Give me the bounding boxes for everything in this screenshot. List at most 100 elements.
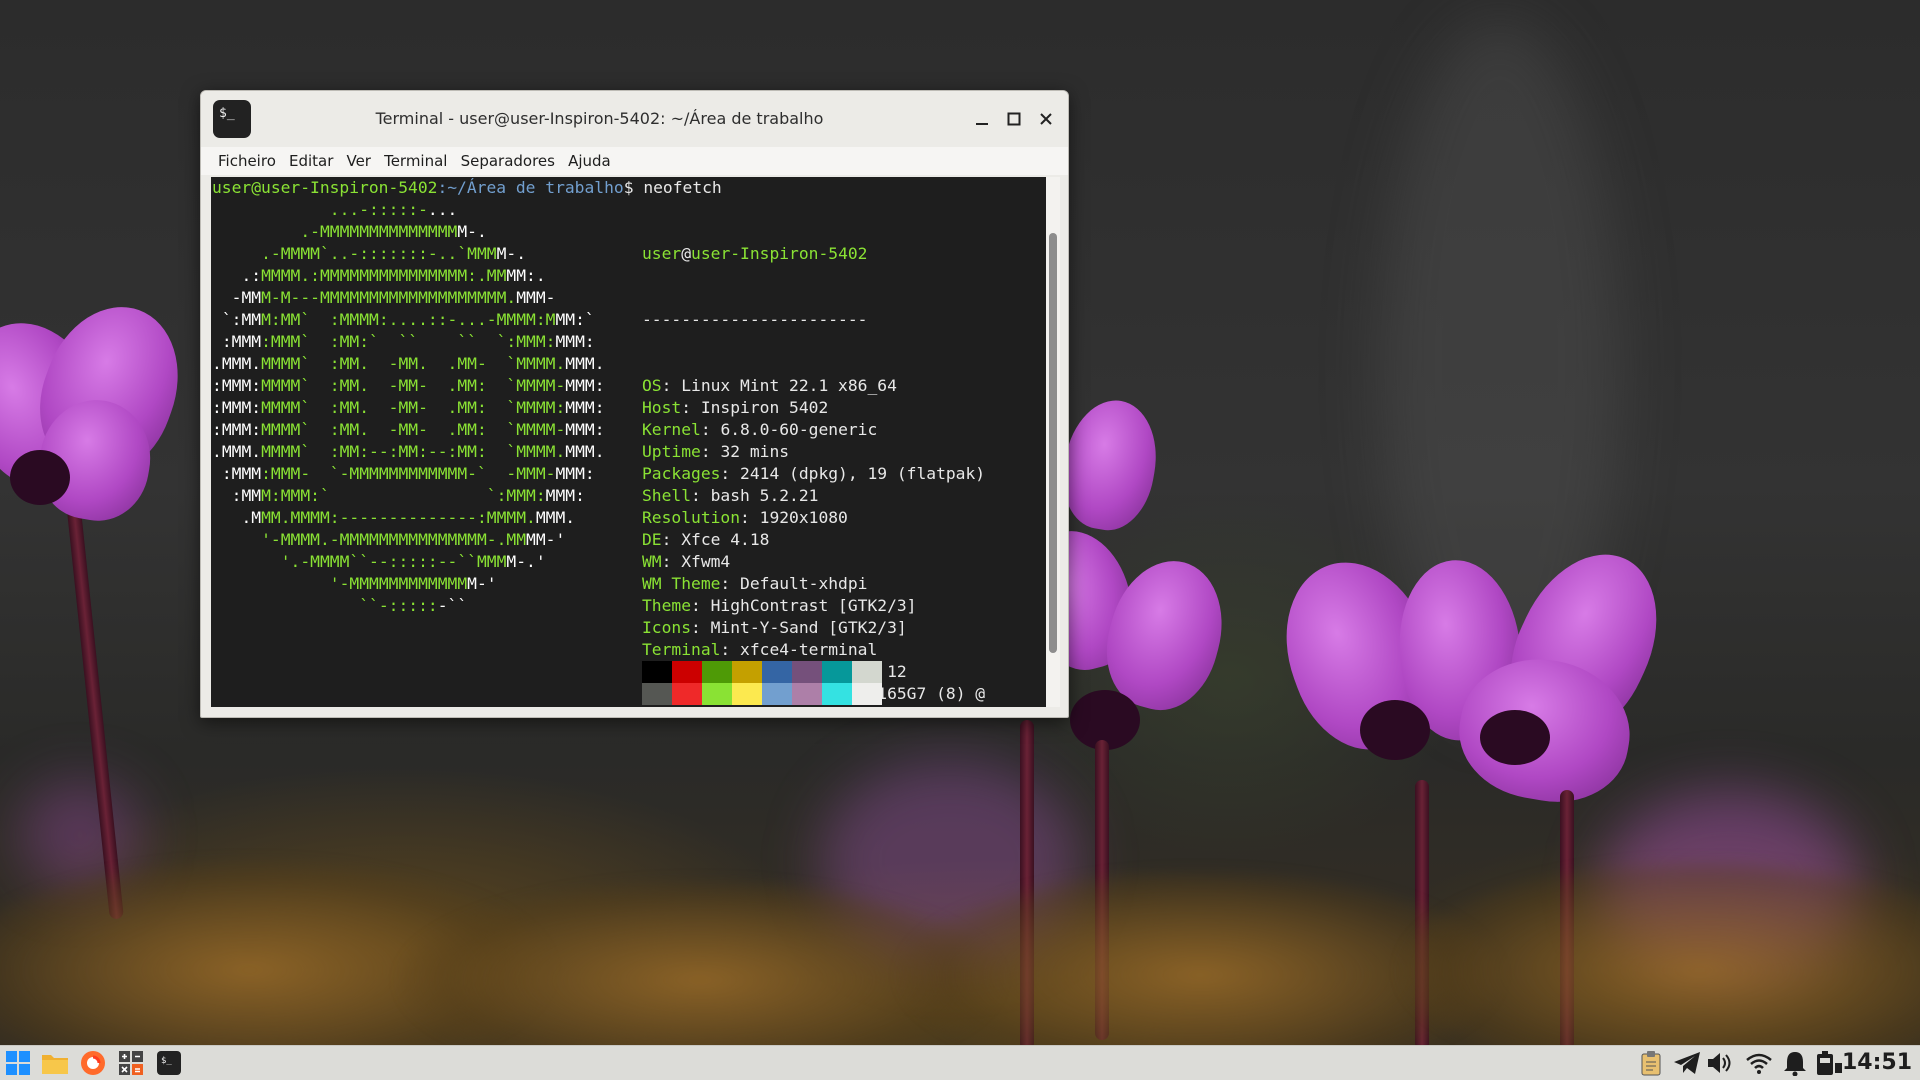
mint-ascii-logo: ...-:::::-... .-MMMMMMMMMMMMMMM-. .-MMMM… (212, 199, 605, 617)
close-button[interactable] (1032, 105, 1060, 133)
menu-terminal[interactable]: Terminal (384, 147, 447, 175)
info-separator: ----------------------- (642, 310, 868, 329)
palette-swatch (702, 661, 732, 683)
ascii-line: .MMM.MMMM:--------------:MMMM.MMM. (241, 508, 576, 527)
ascii-line: ``-:::::-`` (359, 596, 468, 615)
ascii-line: :MMM:MMM` :MM:` `` `` `:MMM:MMM: (221, 332, 595, 351)
info-colon: : (740, 508, 760, 527)
info-value: Linux Mint 22.1 x86_64 (681, 376, 897, 395)
info-key: Shell (642, 486, 692, 505)
palette-swatch (642, 661, 672, 683)
info-colon: : (691, 486, 711, 505)
terminal-scrollbar[interactable] (1046, 177, 1060, 707)
menu-editar[interactable]: Editar (289, 147, 333, 175)
info-colon: : (691, 618, 711, 637)
telegram-icon[interactable] (1672, 1049, 1702, 1077)
terminal-window[interactable]: $_ Terminal - user@user-Inspiron-5402: ~… (200, 90, 1069, 718)
info-key: Theme (642, 596, 692, 615)
menu-ver[interactable]: Ver (346, 147, 371, 175)
ascii-line: :MMM:MMM:` `:MMM:MMM: (231, 486, 585, 505)
terminal-icon[interactable]: $_ (154, 1049, 184, 1077)
ascii-line: :MMM:MMMM` :MM. -MM- .MM: `MMMM-MMM: (212, 376, 605, 395)
info-row: WM: Xfwm4 (642, 551, 995, 573)
info-key: WM Theme (642, 574, 721, 593)
svg-text:$_: $_ (161, 1056, 172, 1066)
info-key: GPU (642, 706, 671, 707)
info-colon: : (720, 640, 741, 659)
palette-swatch (852, 661, 882, 683)
info-row: Icons: Mint-Y-Sand [GTK2/3] (642, 617, 995, 639)
clock[interactable]: 14:51 (1842, 1046, 1912, 1080)
window-title: Terminal - user@user-Inspiron-5402: ~/Ár… (375, 109, 824, 128)
terminal-output[interactable]: user@user-Inspiron-5402:~/Área de trabal… (211, 177, 1046, 707)
info-row: WM Theme: Default-xhdpi (642, 573, 995, 595)
windows-start-icon[interactable] (3, 1049, 33, 1077)
info-colon: : (661, 376, 682, 395)
prompt-user: user@user-Inspiron-5402 (212, 178, 438, 197)
info-header: user@user-Inspiron-5402 (642, 243, 995, 265)
scrollbar-thumb[interactable] (1049, 233, 1057, 653)
info-value: Xfwm4 (681, 552, 731, 571)
ascii-line: .:MMMM.:MMMMMMMMMMMMMMM:.MMMM:. (241, 266, 546, 285)
battery-icon[interactable] (1814, 1049, 1844, 1077)
info-colon: : (720, 574, 741, 593)
firefox-icon[interactable] (78, 1049, 108, 1077)
info-row: Terminal: xfce4-terminal (642, 639, 995, 661)
info-colon: : (681, 398, 701, 417)
terminal-icon[interactable]: $_ (213, 100, 251, 138)
info-row: Kernel: 6.8.0-60-generic (642, 419, 995, 441)
calculator-icon[interactable] (116, 1049, 146, 1077)
info-row: GPU: NVIDIA GeForce MX330 (642, 705, 995, 707)
minimize-button[interactable] (968, 105, 996, 133)
info-key: Packages (642, 464, 721, 483)
clipboard-icon[interactable] (1636, 1049, 1666, 1077)
system-info: user@user-Inspiron-5402 ----------------… (642, 199, 995, 707)
info-key: Uptime (642, 442, 701, 461)
ascii-line: -MMM-M---MMMMMMMMMMMMMMMMMMM.MMM- (231, 288, 556, 307)
maximize-button[interactable] (1000, 105, 1028, 133)
info-key: Resolution (642, 508, 741, 527)
info-value: bash 5.2.21 (710, 486, 819, 505)
info-value: Default-xhdpi (740, 574, 868, 593)
info-colon: : (661, 552, 682, 571)
ascii-line: :MMM:MMMM` :MM. -MM- .MM: `MMMM:MMM: (212, 398, 605, 417)
palette-swatch (672, 683, 702, 705)
command-text: neofetch (633, 178, 722, 197)
info-value: xfce4-terminal (740, 640, 878, 659)
info-key: OS (642, 376, 662, 395)
info-colon: : (691, 596, 711, 615)
menu-bar: Ficheiro Editar Ver Terminal Separadores… (201, 147, 1068, 175)
menu-ajuda[interactable]: Ajuda (568, 147, 611, 175)
info-key: DE (642, 530, 662, 549)
palette-swatch (702, 683, 732, 705)
info-key: Host (642, 398, 682, 417)
palette-swatch (762, 683, 792, 705)
info-value: 32 mins (720, 442, 790, 461)
info-row: OS: Linux Mint 22.1 x86_64 (642, 375, 995, 397)
menu-ficheiro[interactable]: Ficheiro (218, 147, 276, 175)
prompt-symbol: $ (623, 178, 634, 197)
menu-separadores[interactable]: Separadores (461, 147, 555, 175)
palette-swatch (762, 661, 792, 683)
info-key: WM (642, 552, 662, 571)
taskbar: $_ 14:51 (0, 1045, 1920, 1080)
info-value: 2414 (dpkg), 19 (flatpak) (740, 464, 986, 483)
ascii-line: '-MMMMMMMMMMMMM-' (329, 574, 497, 593)
notification-bell-icon[interactable] (1780, 1049, 1810, 1077)
info-host: user-Inspiron-5402 (691, 244, 868, 263)
volume-icon[interactable] (1705, 1049, 1735, 1077)
info-user: user (642, 244, 682, 263)
prompt-path: :~/Área de trabalho (437, 178, 624, 197)
info-value: NVIDIA GeForce MX330 (691, 706, 887, 707)
file-manager-icon[interactable] (40, 1049, 70, 1077)
info-row: Shell: bash 5.2.21 (642, 485, 995, 507)
info-value: 1920x1080 (759, 508, 848, 527)
palette-swatch (732, 661, 762, 683)
info-value: Xfce 4.18 (681, 530, 770, 549)
palette-swatch (852, 683, 882, 705)
info-row: Theme: HighContrast [GTK2/3] (642, 595, 995, 617)
prompt-line: user@user-Inspiron-5402:~/Área de trabal… (212, 177, 722, 199)
ascii-line: .-MMMM`..-:::::::-..`MMMM-. (261, 244, 526, 263)
window-titlebar[interactable]: $_ Terminal - user@user-Inspiron-5402: ~… (201, 91, 1068, 147)
wifi-icon[interactable] (1744, 1049, 1774, 1077)
